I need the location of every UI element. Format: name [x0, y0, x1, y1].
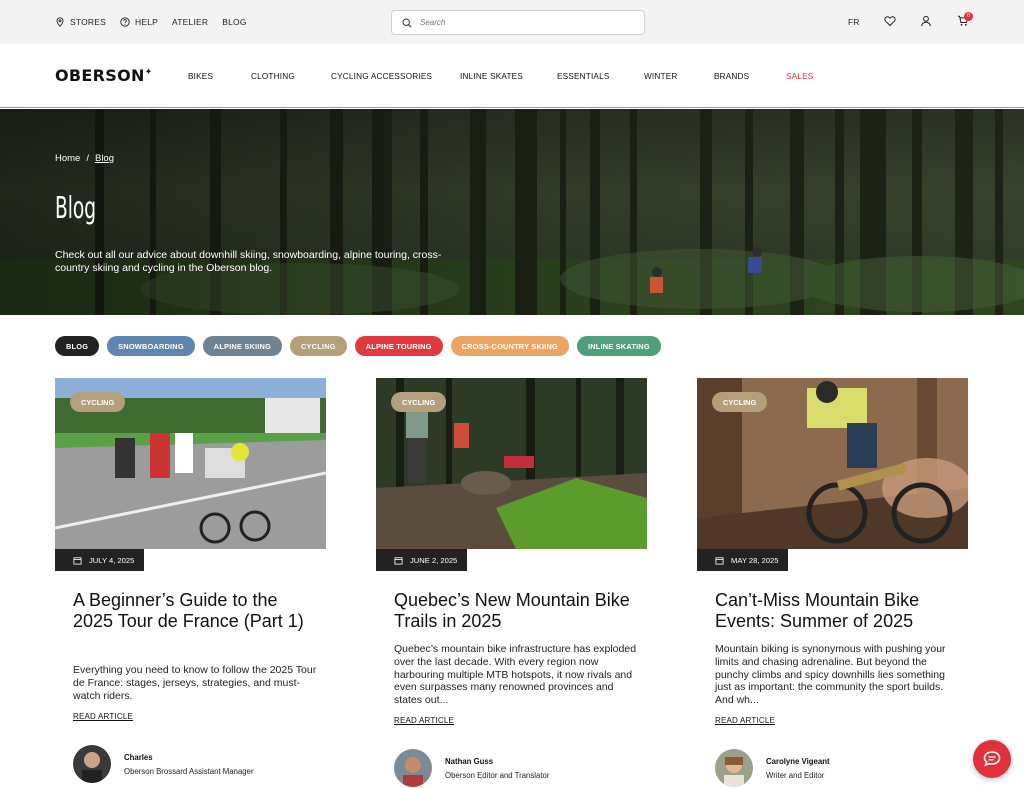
nav-essentials[interactable]: ESSENTIALS	[557, 72, 610, 81]
atelier-link[interactable]: ATELIER	[172, 17, 208, 27]
nav-brands[interactable]: BRANDS	[714, 72, 749, 81]
category-cross-country-skiing[interactable]: CROSS-COUNTRY SKIING	[450, 336, 569, 356]
read-article-link[interactable]: READ ARTICLE	[73, 712, 133, 721]
article-excerpt: Everything you need to know to follow th…	[73, 664, 317, 702]
nav-cycling-accessories[interactable]: CYCLING ACCESSORIES	[331, 72, 432, 81]
category-cycling[interactable]: CYCLING	[290, 336, 347, 356]
article-image[interactable]: CYCLING	[376, 378, 647, 549]
article-category-tag[interactable]: CYCLING	[391, 392, 447, 412]
stores-link[interactable]: STORES	[55, 17, 106, 27]
breadcrumb-home[interactable]: Home	[55, 153, 80, 164]
utility-bar: STORES HELP ATELIER BLOG FR 0	[0, 0, 1024, 44]
breadcrumb-separator: /	[86, 153, 89, 164]
calendar-icon	[394, 556, 403, 565]
nav-inline-skates[interactable]: INLINE SKATES	[460, 72, 523, 81]
help-circle-icon	[120, 17, 130, 27]
category-alpine-touring[interactable]: ALPINE TOURING	[354, 336, 443, 356]
stores-label: STORES	[70, 17, 106, 27]
author-name: Charles	[124, 752, 153, 762]
category-snowboarding[interactable]: SNOWBOARDING	[107, 336, 195, 356]
article-card: CYCLING JULY 4, 2025 A Beginner’s Guide …	[55, 378, 326, 783]
article-category-tag[interactable]: CYCLING	[712, 392, 768, 412]
logo-mark-icon: ✦	[144, 67, 153, 78]
article-card: CYCLING JUNE 2, 2025 Quebec’s New Mounta…	[376, 378, 647, 787]
search-input[interactable]	[420, 18, 620, 27]
article-title[interactable]: Quebec’s New Mountain Bike Trails in 202…	[394, 590, 639, 632]
category-blog[interactable]: BLOG	[55, 336, 100, 356]
article-author: Carolyne Vigeant Writer and Editor	[715, 749, 830, 787]
article-date-text: JULY 4, 2025	[89, 555, 135, 565]
avatar	[73, 745, 111, 783]
nav-bikes[interactable]: BIKES	[188, 72, 213, 81]
calendar-icon	[73, 556, 82, 565]
blog-label: BLOG	[222, 17, 247, 27]
nav-clothing[interactable]: CLOTHING	[251, 72, 295, 81]
hero-overlay	[0, 109, 1024, 315]
blog-hero: Home / Blog Blog Check out all our advic…	[0, 109, 1024, 315]
blog-link[interactable]: BLOG	[222, 17, 246, 27]
main-nav: OBERSON✦ BIKES CLOTHING CYCLING ACCESSOR…	[0, 44, 1024, 108]
article-image[interactable]: CYCLING	[697, 378, 968, 549]
heart-icon[interactable]	[884, 15, 896, 27]
location-pin-icon	[56, 17, 64, 27]
read-article-link[interactable]: READ ARTICLE	[394, 716, 454, 725]
page-title: Blog	[55, 191, 97, 226]
chat-button[interactable]	[973, 740, 1011, 778]
search-icon	[402, 17, 412, 28]
breadcrumb-current[interactable]: Blog	[95, 153, 114, 164]
article-card: CYCLING MAY 28, 2025 Can’t-Miss Mountain…	[697, 378, 968, 787]
author-name: Nathan Guss	[445, 756, 494, 766]
breadcrumb: Home / Blog	[55, 153, 114, 164]
article-title[interactable]: A Beginner’s Guide to the 2025 Tour de F…	[73, 590, 318, 632]
help-link[interactable]: HELP	[120, 17, 158, 27]
hero-description: Check out all our advice about downhill …	[55, 249, 442, 274]
category-alpine-skiing[interactable]: ALPINE SKIING	[202, 336, 283, 356]
author-name: Carolyne Vigeant	[766, 756, 830, 766]
atelier-label: ATELIER	[172, 17, 209, 27]
chat-bubble-icon	[983, 751, 1001, 767]
help-label: HELP	[135, 17, 159, 27]
utility-links: STORES HELP ATELIER BLOG	[55, 0, 247, 44]
avatar	[394, 749, 432, 787]
read-article-link[interactable]: READ ARTICLE	[715, 716, 775, 725]
article-date-text: MAY 28, 2025	[731, 555, 779, 565]
nav-sales[interactable]: SALES	[786, 72, 813, 81]
author-role: Oberson Editor and Translator	[445, 770, 550, 780]
category-inline-skating[interactable]: INLINE SKATING	[576, 336, 661, 356]
author-role: Writer and Editor	[766, 770, 825, 780]
article-author: Nathan Guss Oberson Editor and Translato…	[394, 749, 549, 787]
cart-count-badge: 0	[964, 12, 973, 21]
logo-text: OBERSON	[55, 66, 145, 85]
oberson-logo[interactable]: OBERSON✦	[55, 66, 153, 85]
article-date: JUNE 2, 2025	[376, 549, 468, 571]
language-switch[interactable]: FR	[848, 17, 859, 27]
article-date-text: JUNE 2, 2025	[410, 555, 458, 565]
article-title[interactable]: Can’t-Miss Mountain Bike Events: Summer …	[715, 590, 960, 632]
article-author: Charles Oberson Brossard Assistant Manag…	[73, 745, 254, 783]
author-role: Oberson Brossard Assistant Manager	[124, 766, 254, 776]
article-category-tag[interactable]: CYCLING	[70, 392, 126, 412]
account-icon[interactable]	[920, 15, 932, 27]
article-excerpt: Mountain biking is synonymous with pushi…	[715, 643, 946, 707]
nav-winter[interactable]: WINTER	[644, 72, 678, 81]
category-filter: BLOG SNOWBOARDING ALPINE SKIING CYCLING …	[55, 336, 661, 356]
search-box[interactable]	[391, 10, 645, 35]
article-image[interactable]: CYCLING	[55, 378, 326, 549]
article-date: MAY 28, 2025	[697, 549, 789, 571]
calendar-icon	[715, 556, 724, 565]
avatar	[715, 749, 753, 787]
article-excerpt: Quebec’s mountain bike infrastructure ha…	[394, 643, 637, 707]
article-date: JULY 4, 2025	[55, 549, 145, 571]
